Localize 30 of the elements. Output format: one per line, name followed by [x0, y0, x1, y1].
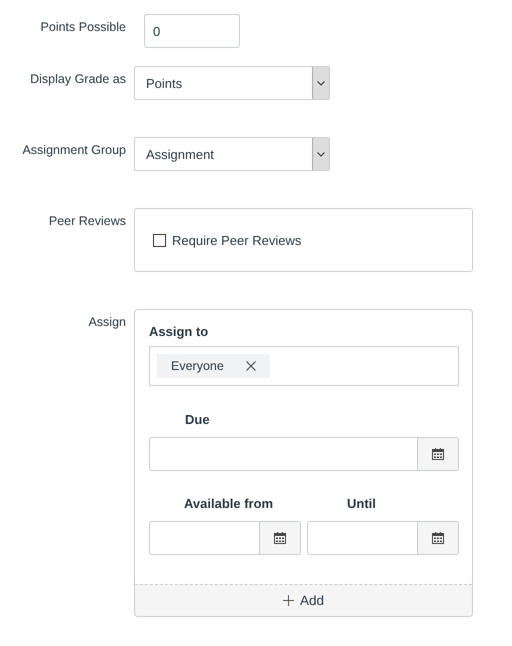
due-label: Due [185, 412, 211, 427]
close-icon[interactable] [246, 361, 256, 371]
caret-icon [317, 80, 325, 86]
calendar-button[interactable] [259, 522, 300, 554]
calendar-icon [432, 532, 444, 544]
select-dropdown[interactable]: Points [134, 66, 330, 100]
field-label: Peer Reviews [48, 213, 126, 230]
calendar-icon [274, 532, 286, 544]
caret-icon [317, 152, 325, 156]
calendar-button[interactable] [417, 438, 458, 470]
calendar-icon [432, 448, 444, 460]
checkbox-label[interactable]: Require Peer Reviews [172, 233, 302, 248]
assign-to-field[interactable]: Everyone [149, 346, 459, 386]
checkbox[interactable] [153, 234, 166, 247]
field-label: Assign [87, 314, 126, 331]
date-field[interactable] [307, 521, 459, 555]
date-field[interactable] [149, 437, 459, 471]
date-field[interactable] [149, 521, 301, 555]
select-dropdown[interactable]: Assignment [134, 137, 330, 171]
plus-icon [282, 595, 294, 606]
field-label: Display Grade as [29, 71, 126, 88]
until-label: Until [347, 496, 376, 511]
available-from-label: Available from [184, 496, 274, 511]
field-label: Points Possible [40, 19, 126, 36]
assign-to-heading: Assign to [149, 324, 210, 339]
field-label: Assignment Group [21, 142, 126, 159]
calendar-button[interactable] [417, 522, 458, 554]
assignee-chip: Everyone [157, 354, 270, 378]
add-button[interactable]: Add [135, 584, 472, 616]
points-field[interactable]: 0 [144, 14, 240, 48]
